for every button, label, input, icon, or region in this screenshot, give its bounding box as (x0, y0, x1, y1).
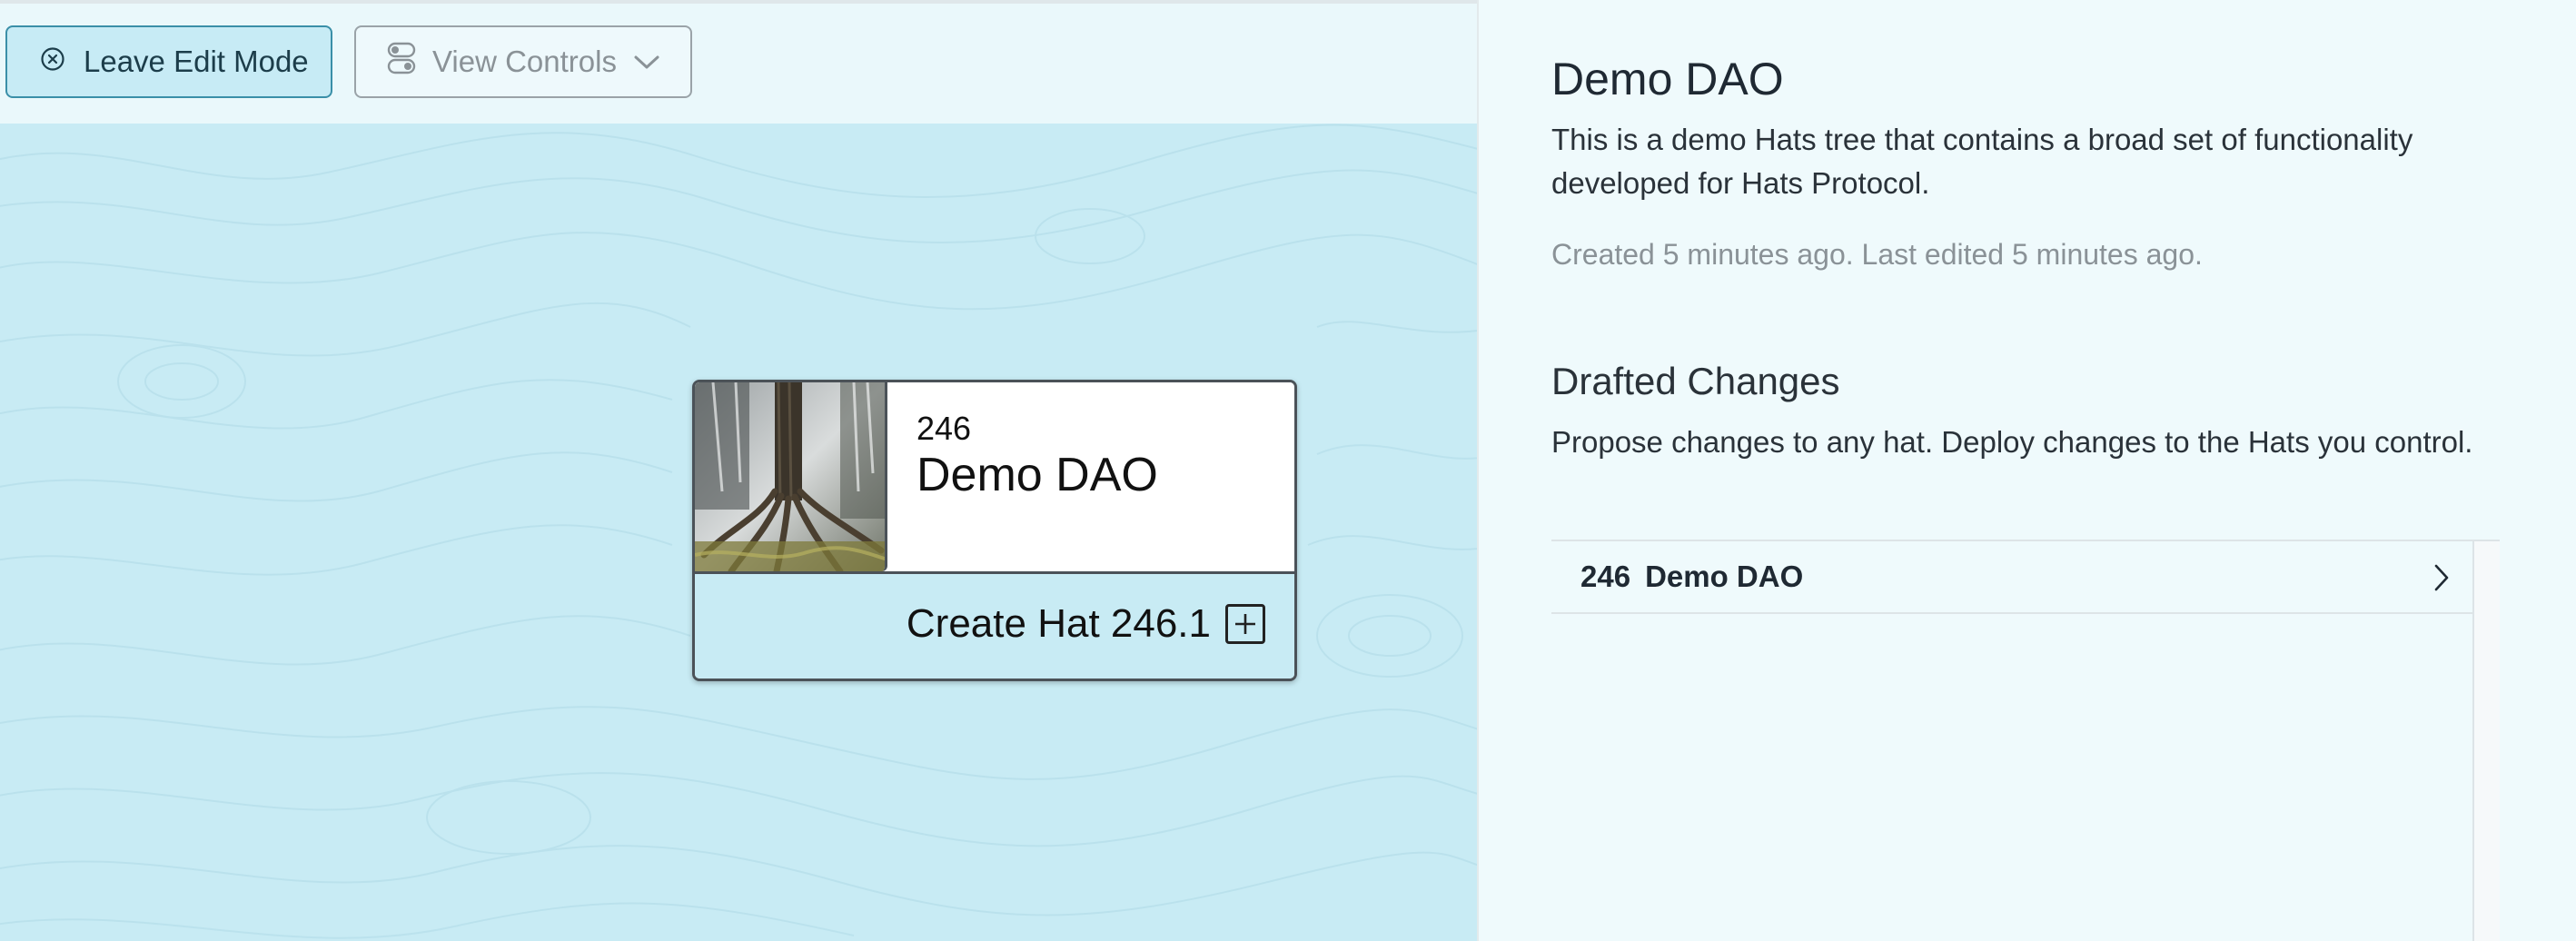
view-controls-button[interactable]: View Controls (354, 25, 692, 98)
view-controls-label: View Controls (432, 45, 617, 78)
panel-meta: Created 5 minutes ago. Last edited 5 min… (1551, 238, 2203, 271)
close-circle-icon (40, 45, 65, 79)
tree-details-panel: Demo DAO This is a demo Hats tree that c… (1477, 0, 2576, 941)
list-scrollbar[interactable] (2472, 541, 2500, 941)
chevron-down-icon (633, 45, 660, 79)
create-hat-button[interactable]: Create Hat 246.1 (907, 601, 1265, 647)
leave-edit-mode-button[interactable]: Leave Edit Mode (5, 25, 332, 98)
hat-card-footer: Create Hat 246.1 (695, 571, 1294, 679)
hat-card-header: 246 Demo DAO (695, 382, 1294, 571)
tree-canvas[interactable]: Leave Edit Mode View Controls 246 Demo D… (0, 0, 1477, 941)
plus-icon (1225, 604, 1265, 644)
create-hat-label: Create Hat 246.1 (906, 601, 1211, 646)
leave-edit-mode-label: Leave Edit Mode (84, 45, 309, 78)
hat-card[interactable]: 246 Demo DAO Create Hat 246.1 (692, 380, 1297, 681)
drafted-changes-subtitle: Propose changes to any hat. Deploy chang… (1551, 425, 2473, 459)
hat-name: Demo DAO (916, 449, 1158, 501)
toggle-icon (387, 42, 416, 82)
chevron-right-icon (2432, 563, 2451, 597)
canvas-toolbar: Leave Edit Mode View Controls (0, 0, 1477, 124)
list-item[interactable]: 246 Demo DAO (1551, 541, 2472, 614)
drafted-changes-list: 246 Demo DAO (1551, 540, 2500, 941)
draft-hat-name: Demo DAO (1645, 560, 1804, 593)
draft-hat-id: 246 (1580, 560, 1631, 593)
hat-image (695, 382, 887, 571)
panel-description: This is a demo Hats tree that contains a… (1551, 123, 2413, 200)
panel-title: Demo DAO (1551, 54, 1784, 104)
hat-id: 246 (916, 410, 972, 447)
drafted-changes-heading: Drafted Changes (1551, 360, 1840, 402)
